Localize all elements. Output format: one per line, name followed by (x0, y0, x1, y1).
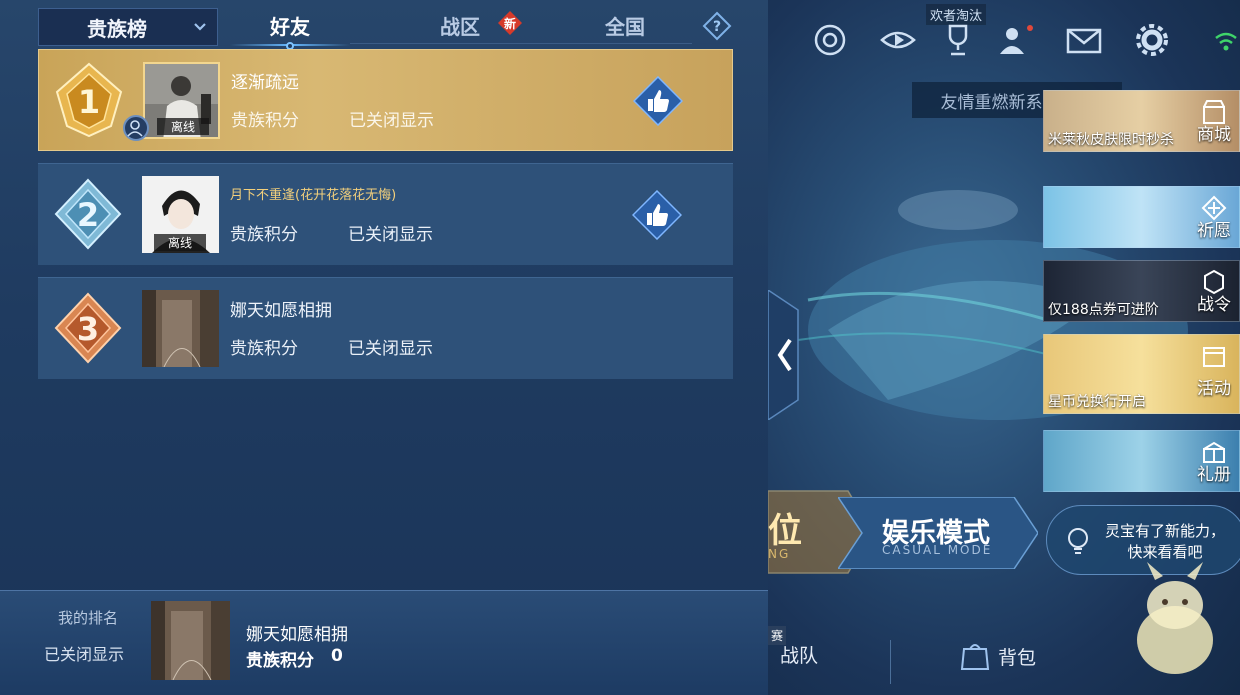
my-rank-value: 已关闭显示 (44, 645, 125, 664)
side-card-gift[interactable]: 礼册 (1043, 430, 1240, 492)
my-name: 娜天如愿相拥 (246, 625, 348, 645)
player-name: 逐渐疏远 (231, 73, 299, 93)
tab-national[interactable]: 全国 (575, 8, 675, 42)
ranked-mode-subtitle: NG (768, 547, 791, 561)
rank-silver-badge-icon: 2 (54, 178, 122, 250)
team-nav-label: 战队 (780, 645, 819, 667)
rank-number: 3 (77, 310, 99, 348)
rank-number: 2 (77, 196, 99, 234)
tab-zone-label: 战区 (440, 14, 480, 39)
rank-bronze-badge-icon: 3 (54, 292, 122, 364)
team-nav-button[interactable]: 战队 (780, 641, 818, 668)
score-label: 贵族积分 (230, 225, 298, 245)
avatar[interactable]: 离线 (143, 62, 220, 139)
board-type-label: 贵族榜 (87, 16, 147, 41)
leaderboard-row[interactable]: 2 离线 月下不重逢(花开花落花无悔) 贵族积分 已关闭显示 (38, 163, 733, 265)
bottom-nav-divider (890, 640, 891, 684)
my-avatar[interactable] (151, 601, 230, 680)
avatar[interactable] (142, 290, 219, 367)
leaderboard-row[interactable]: 1 离线 逐渐疏远 贵族积分 已关闭显示 (38, 49, 733, 151)
collapse-panel-arrow-icon[interactable] (768, 290, 806, 420)
chevron-down-icon (194, 23, 206, 31)
side-card-button-label: 活动 (1197, 379, 1231, 399)
new-badge: 新 (497, 10, 523, 36)
score-value: 已关闭显示 (348, 339, 433, 359)
avatar[interactable]: 离线 (142, 176, 219, 253)
leaderboard-row[interactable]: 3 娜天如愿相拥 贵族积分 已关闭显示 (38, 277, 733, 379)
side-card-caption: 仅188点券可进阶 (1048, 302, 1159, 318)
tab-zone[interactable]: 战区 (410, 8, 510, 42)
trophy-icon[interactable] (940, 22, 976, 58)
side-card-shop[interactable]: 米莱秋皮肤限时秒杀 商城 (1043, 90, 1240, 152)
thumbs-up-icon[interactable] (633, 76, 683, 126)
leaderboard-panel: 贵族榜 好友 战区 新 全国 ? 1 离线 逐渐疏远 贵族积分 已关闭显示 2 … (0, 0, 768, 695)
thumbs-up-icon[interactable] (632, 190, 682, 240)
mail-icon[interactable] (1066, 22, 1102, 58)
side-card-caption: 星币兑换行开启 (1048, 394, 1146, 410)
lightbulb-icon (1068, 528, 1088, 554)
person-icon (127, 120, 143, 137)
new-badge-label: 新 (503, 16, 516, 31)
my-rank-bar: 我的排名 已关闭显示 娜天如愿相拥 贵族积分 0 (0, 590, 768, 695)
tab-friends[interactable]: 好友 (230, 8, 350, 50)
side-card-button-label: 祈愿 (1197, 221, 1231, 241)
bag-nav-button[interactable]: 背包 (958, 641, 1036, 671)
mascot-pet-icon[interactable] (1125, 560, 1225, 680)
gear-icon[interactable] (1134, 22, 1170, 58)
score-label: 贵族积分 (230, 339, 298, 359)
avatar-photo-icon (142, 290, 219, 367)
offline-status: 离线 (157, 118, 209, 135)
player-name: 娜天如愿相拥 (230, 301, 332, 321)
my-score-label: 贵族积分 (246, 651, 314, 671)
my-rank-label: 我的排名 (58, 609, 119, 627)
rank-number: 1 (78, 83, 100, 121)
score-value: 已关闭显示 (349, 111, 434, 131)
event-icon (1203, 347, 1225, 367)
bag-nav-label: 背包 (998, 646, 1037, 669)
player-name: 月下不重逢(花开花落花无悔) (230, 188, 397, 203)
backpack-icon (960, 644, 990, 670)
my-score-value: 0 (331, 646, 343, 666)
tab-divider-line (350, 43, 692, 44)
board-type-dropdown[interactable]: 贵族榜 (38, 8, 218, 46)
side-card-battlepass[interactable]: 仅188点券可进阶 战令 (1043, 260, 1240, 322)
offline-status: 离线 (154, 234, 206, 251)
leaderboard-topbar: 贵族榜 好友 战区 新 全国 ? (0, 0, 768, 50)
side-card-event[interactable]: 星币兑换行开启 活动 (1043, 334, 1240, 414)
score-value: 已关闭显示 (348, 225, 433, 245)
rank-gold-badge-icon: 1 (55, 62, 123, 138)
side-card-wish[interactable]: 祈愿 (1043, 186, 1240, 248)
side-card-button-label: 战令 (1197, 295, 1231, 315)
lingbao-tip-text: 灵宝有了新能力，快来看看吧 (1104, 522, 1225, 561)
side-card-button-label: 礼册 (1197, 465, 1231, 485)
score-label: 贵族积分 (231, 111, 299, 131)
side-card-caption: 米莱秋皮肤限时秒杀 (1048, 132, 1174, 148)
tab-friends-label: 好友 (270, 14, 310, 39)
svg-text:?: ? (713, 19, 721, 35)
casual-mode-button[interactable]: 娱乐模式 CASUAL MODE (838, 497, 1038, 569)
side-card-button-label: 商城 (1197, 125, 1231, 145)
friends-icon[interactable] (998, 22, 1034, 58)
casual-mode-subtitle: CASUAL MODE (882, 543, 993, 557)
profile-mini-icon[interactable] (123, 115, 149, 141)
wifi-signal-icon (1215, 32, 1237, 51)
target-icon[interactable] (812, 22, 848, 58)
help-icon[interactable]: ? (702, 11, 732, 41)
tab-national-label: 全国 (605, 14, 645, 39)
replay-eye-icon[interactable] (880, 22, 916, 58)
ranked-mode-title: 位 (768, 511, 802, 551)
avatar-photo-icon (151, 601, 230, 680)
